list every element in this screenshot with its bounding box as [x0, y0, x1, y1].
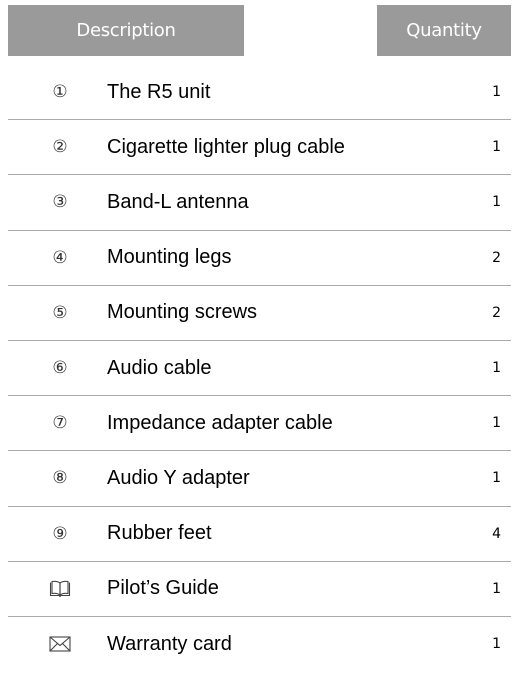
item-quantity: 1: [492, 360, 501, 377]
table-row: ⑧ Audio Y adapter 1: [8, 451, 511, 507]
table-row: ② Cigarette lighter plug cable 1: [8, 120, 511, 176]
item-description: Audio cable: [107, 356, 212, 379]
item-quantity: 1: [492, 636, 501, 653]
table-row: ⑦ Impedance adapter cable 1: [8, 396, 511, 452]
item-number: ⑨: [52, 523, 68, 544]
item-number: ②: [52, 137, 68, 158]
item-quantity: 1: [492, 580, 501, 597]
item-description: Audio Y adapter: [107, 466, 250, 489]
item-quantity: 1: [492, 84, 501, 101]
item-number: ⑥: [52, 358, 68, 379]
item-description: Impedance adapter cable: [107, 411, 333, 434]
item-quantity: 4: [492, 525, 501, 542]
item-number: ④: [52, 247, 68, 268]
item-number: ③: [52, 192, 68, 213]
item-quantity: 2: [492, 249, 501, 266]
item-description: The R5 unit: [107, 80, 211, 103]
envelope-icon: [44, 617, 76, 672]
table-row: Pilot’s Guide 1: [8, 562, 511, 617]
item-quantity: 2: [492, 304, 501, 321]
table-row: ① The R5 unit 1: [8, 65, 511, 121]
item-number: ⑦: [52, 413, 68, 434]
item-description: Warranty card: [107, 632, 232, 655]
item-description: Mounting legs: [107, 246, 232, 269]
item-description: Cigarette lighter plug cable: [107, 135, 345, 158]
item-quantity: 1: [492, 470, 501, 487]
table-row: ⑨ Rubber feet 4: [8, 507, 511, 562]
item-quantity: 1: [492, 415, 501, 432]
item-number: ⑤: [52, 302, 68, 323]
description-column-header: Description: [8, 5, 244, 56]
contents-table: ① The R5 unit 1 ② Cigarette lighter plug…: [8, 65, 511, 672]
item-number: ⑧: [52, 468, 68, 489]
item-description: Pilot’s Guide: [107, 577, 219, 600]
table-row: ⑥ Audio cable 1: [8, 341, 511, 397]
item-description: Mounting screws: [107, 301, 258, 324]
item-description: Rubber feet: [107, 522, 212, 545]
book-icon: [44, 562, 76, 616]
item-quantity: 1: [492, 139, 501, 156]
table-row: Warranty card 1: [8, 617, 511, 672]
table-row: ④ Mounting legs 2: [8, 231, 511, 286]
item-quantity: 1: [492, 194, 501, 211]
item-description: Band-L antenna: [107, 190, 249, 213]
item-number: ①: [52, 82, 68, 103]
quantity-column-header: Quantity: [377, 5, 511, 56]
table-row: ③ Band-L antenna 1: [8, 175, 511, 231]
table-row: ⑤ Mounting screws 2: [8, 286, 511, 341]
